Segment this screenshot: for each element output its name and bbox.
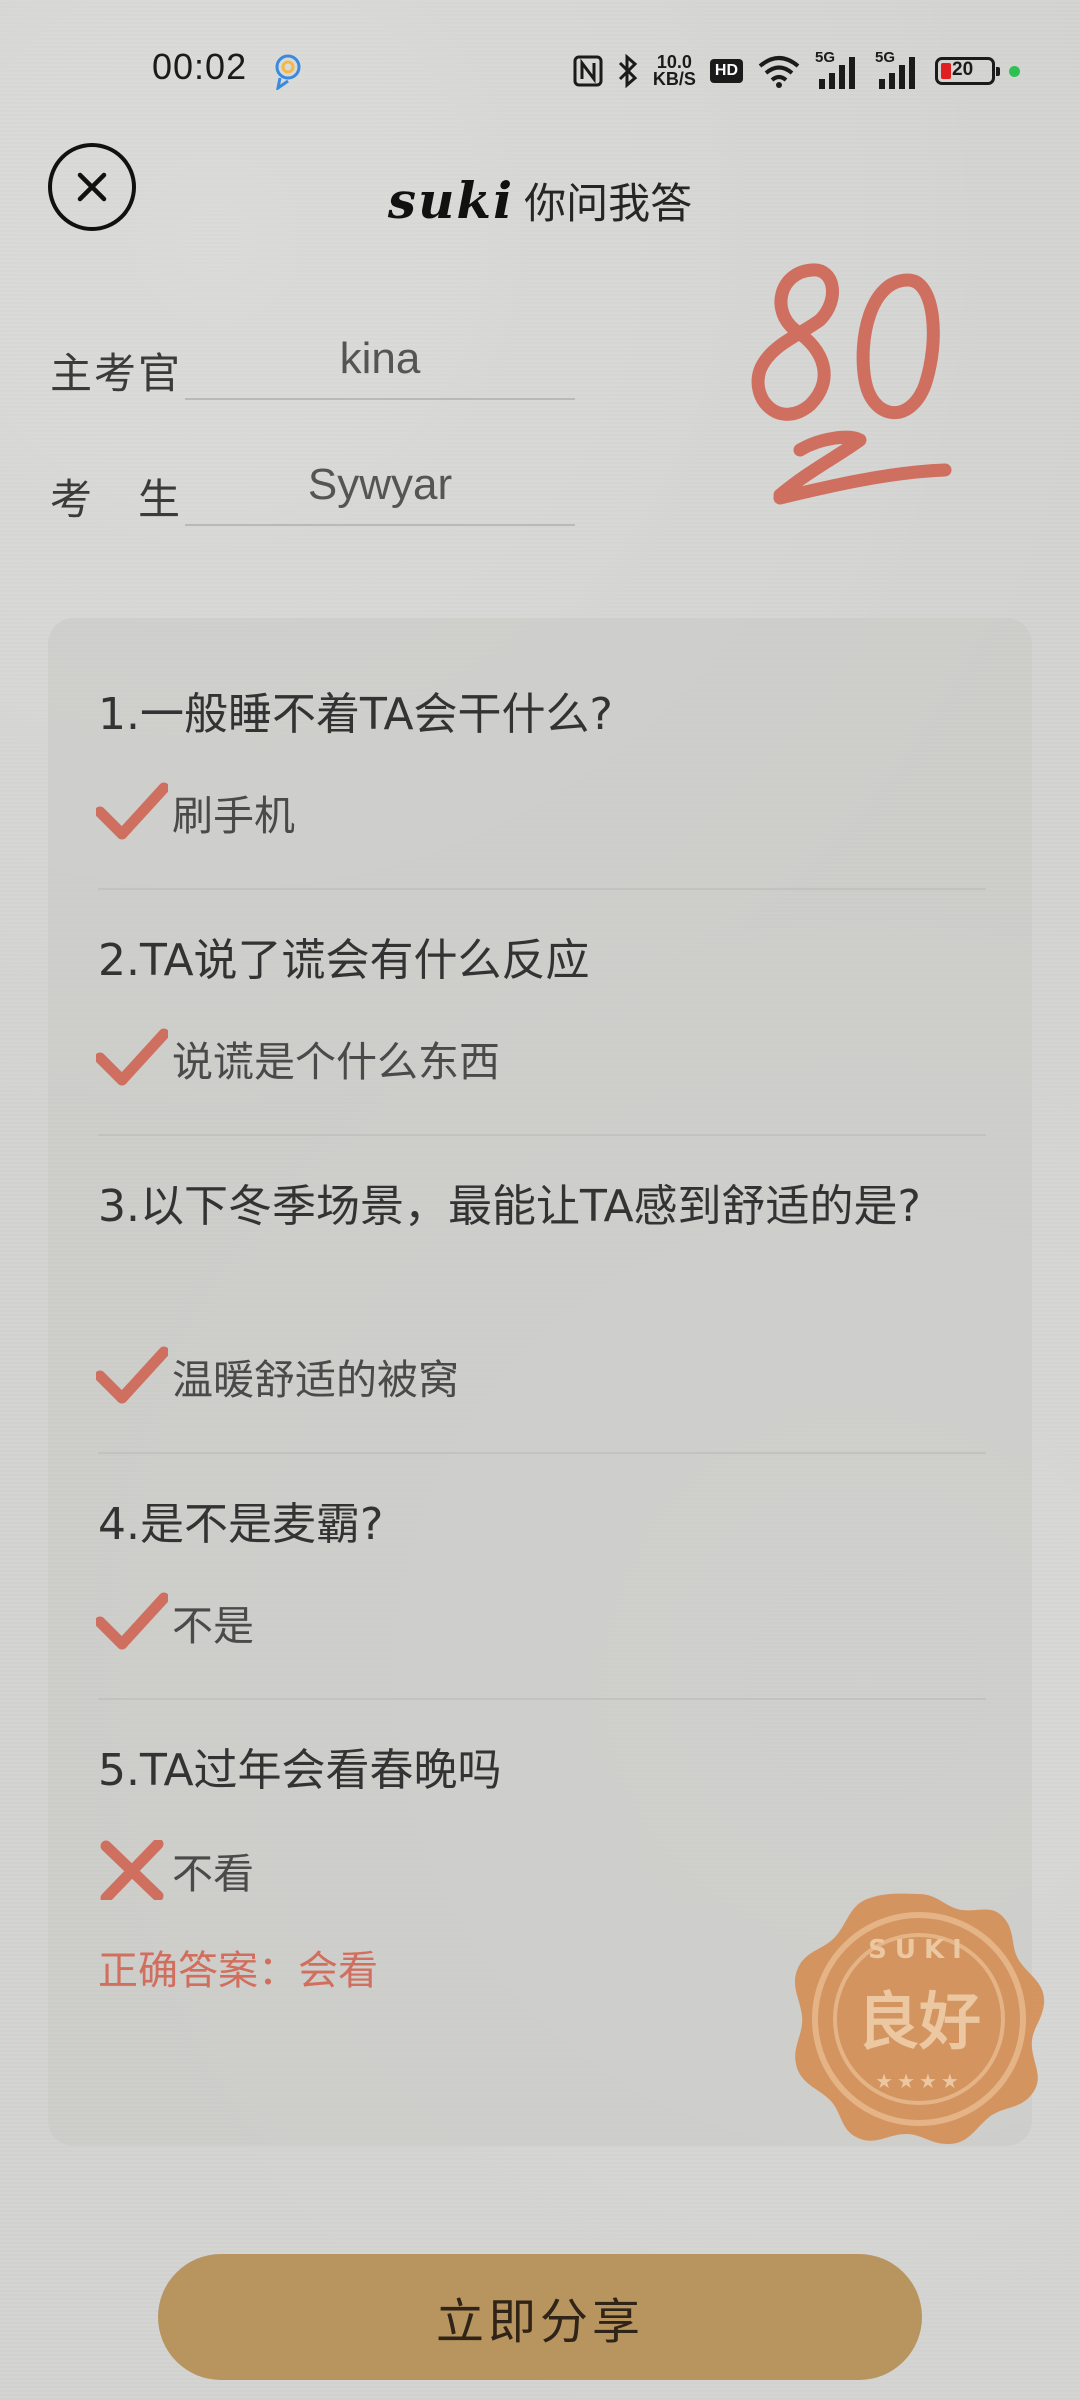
divider [98, 1698, 986, 1700]
question-5: 5.TA过年会看春晚吗 [98, 1745, 502, 1796]
question-4: 4.是不是麦霸? [98, 1499, 384, 1550]
examiner-label: 主考官 [50, 349, 183, 398]
status-time: 00:02 [152, 46, 248, 87]
wifi-icon [757, 54, 801, 88]
correct-answer: 正确答案：会看 [98, 1948, 378, 1994]
question-3: 3.以下冬季场景，最能让TA感到舒适的是? [98, 1181, 921, 1232]
stamp-top-text: SUKI [868, 1935, 970, 1965]
divider [98, 888, 986, 890]
answer-1: 刷手机 [96, 780, 295, 844]
assistant-icon [270, 50, 306, 92]
bluetooth-icon [617, 54, 639, 88]
question-2: 2.TA说了谎会有什么反应 [98, 935, 590, 986]
nfc-icon [573, 55, 603, 87]
answer-4: 不是 [96, 1590, 254, 1654]
stamp-center-text: 良好 [857, 1985, 981, 2058]
sim2-network-label: 5G [875, 49, 896, 66]
divider [98, 1134, 986, 1136]
page-title-text: 你问我答 [524, 179, 693, 228]
score-mark [751, 263, 952, 505]
answer-4-text: 不是 [172, 1602, 254, 1650]
sim1-network-label: 5G [815, 49, 836, 66]
examiner-value: kina [185, 334, 575, 400]
answer-3: 温暖舒适的被窝 [96, 1344, 459, 1408]
status-bar: 00:02 10.0 KB/S HD 5G 5G 20 [0, 0, 1080, 140]
answer-2-text: 说谎是个什么东西 [172, 1038, 500, 1086]
answer-1-text: 刷手机 [172, 792, 295, 840]
check-icon [96, 782, 168, 840]
battery-level: 20 [952, 59, 974, 80]
cross-icon [100, 1840, 164, 1900]
check-icon [96, 1592, 168, 1650]
page-title: suki 你问我答 [0, 170, 1080, 231]
answer-2: 说谎是个什么东西 [96, 1026, 500, 1090]
signal-sim1-icon: 5G [815, 49, 861, 91]
signal-sim2-icon: 5G [875, 49, 921, 91]
hd-voice-icon: HD [709, 59, 743, 83]
answer-5-text: 不看 [172, 1850, 254, 1898]
svg-text:★★★★: ★★★★ [875, 2069, 963, 2093]
check-icon [96, 1028, 168, 1086]
brand-logo: suki [387, 171, 515, 230]
answer-3-text: 温暖舒适的被窝 [172, 1356, 459, 1404]
divider [98, 1452, 986, 1454]
candidate-label: 考 生 [50, 475, 183, 524]
answer-5: 不看 [96, 1838, 254, 1902]
candidate-value: Sywyar [185, 460, 575, 526]
share-button[interactable]: 立即分享 [158, 2254, 922, 2380]
question-1: 1.一般睡不着TA会干什么? [98, 689, 613, 740]
grade-stamp: SUKI 良好 ★★★★ [794, 1893, 1045, 2144]
privacy-indicator-dot [1009, 65, 1020, 77]
network-speed: 10.0 KB/S [652, 53, 696, 89]
network-speed-unit: KB/S [652, 69, 696, 89]
check-icon [96, 1346, 168, 1404]
battery-icon: 20 [935, 57, 1000, 85]
